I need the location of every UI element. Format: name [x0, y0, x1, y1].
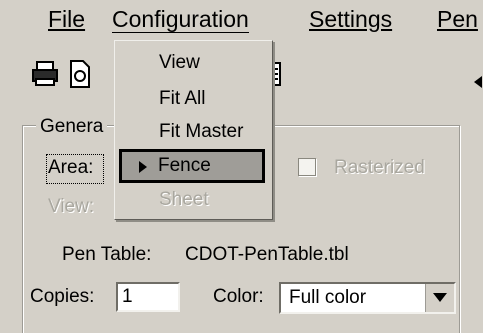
preview-icon[interactable]	[69, 59, 93, 94]
rasterized-label: Rasterized	[334, 157, 425, 178]
menu-item-sheet-label: Sheet	[159, 189, 209, 210]
rasterized-checkbox[interactable]	[298, 158, 316, 176]
menu-configuration-label: Configuration	[112, 6, 249, 33]
menu-file-label: File	[48, 6, 86, 32]
menu-item-fence[interactable]: Fence	[119, 149, 265, 183]
menu-file[interactable]: File	[48, 6, 85, 33]
pen-table-value: CDOT-PenTable.tbl	[185, 244, 349, 265]
menu-item-fit-all[interactable]: Fit All	[115, 83, 272, 115]
expand-arrow-icon[interactable]	[474, 76, 482, 88]
menu-item-fit-all-label: Fit All	[159, 88, 206, 109]
printer-icon[interactable]	[31, 61, 59, 92]
menu-settings[interactable]: Settings	[309, 6, 392, 33]
menu-item-fit-master[interactable]: Fit Master	[115, 116, 272, 148]
selected-arrow-icon	[139, 161, 147, 173]
menu-pen[interactable]: Pen	[437, 6, 478, 33]
menu-settings-label: Settings	[309, 6, 393, 32]
menu-pen-label: Pen	[437, 6, 478, 32]
color-label: Color:	[213, 286, 264, 307]
menu-bar: File Configuration Settings Pen	[0, 0, 483, 40]
configuration-dropdown: View Fit All Fit Master Fence Sheet	[114, 40, 273, 220]
copies-input-value: 1	[122, 286, 133, 307]
copies-input[interactable]: 1	[116, 282, 180, 312]
menu-item-sheet: Sheet	[115, 184, 272, 216]
print-dialog-window: File Configuration Settings Pen Genera A…	[0, 0, 483, 333]
view-label: View:	[48, 196, 95, 217]
chevron-down-icon[interactable]	[425, 284, 454, 312]
color-select-value: Full color	[289, 287, 367, 308]
menu-item-fence-label: Fence	[158, 155, 211, 176]
menu-item-view-label: View	[159, 52, 200, 73]
menu-item-fit-master-label: Fit Master	[159, 121, 244, 142]
menu-configuration[interactable]: Configuration	[112, 6, 249, 33]
pen-table-label: Pen Table:	[62, 244, 152, 265]
copies-label: Copies:	[30, 286, 95, 307]
area-label[interactable]: Area:	[48, 157, 93, 179]
general-group-label: Genera	[36, 116, 108, 138]
area-label-text: Area:	[48, 157, 94, 178]
color-select[interactable]: Full color	[279, 282, 456, 314]
menu-item-view[interactable]: View	[115, 47, 272, 79]
